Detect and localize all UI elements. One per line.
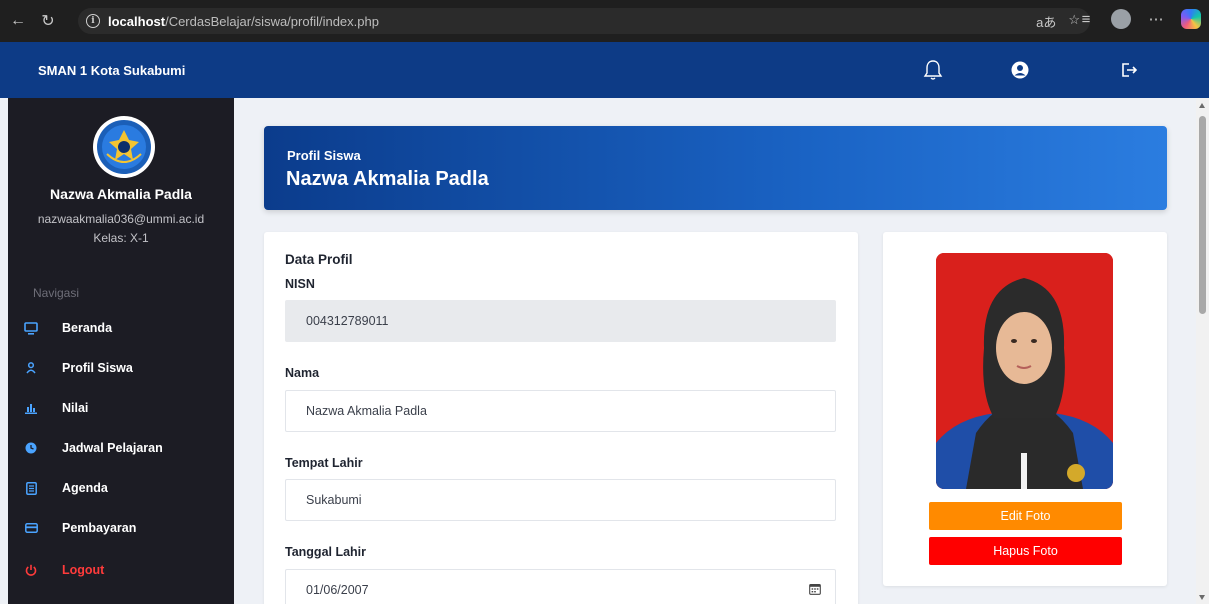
sidebar-item-label: Agenda	[62, 481, 108, 495]
main-content: Profil Siswa Nazwa Akmalia Padla Data Pr…	[234, 98, 1196, 604]
delete-photo-button[interactable]: Hapus Foto	[929, 537, 1122, 565]
sidebar-item-nilai[interactable]: Nilai	[22, 394, 222, 422]
nama-label: Nama	[285, 366, 320, 380]
sidebar-item-label: Beranda	[62, 321, 113, 335]
tempat-lahir-label: Tempat Lahir	[285, 456, 363, 470]
sidebar-item-profil-siswa[interactable]: Profil Siswa	[22, 354, 222, 382]
sidebar-item-agenda[interactable]: Agenda	[22, 474, 222, 502]
clock-icon	[22, 439, 40, 457]
sidebar-item-label: Profil Siswa	[62, 361, 133, 375]
refresh-icon[interactable]: ↻	[36, 9, 60, 33]
sidebar-item-label: Logout	[62, 563, 105, 577]
student-class: Kelas: X-1	[93, 231, 149, 245]
banner-subtitle: Profil Siswa	[287, 148, 361, 163]
sidebar-item-label: Nilai	[62, 401, 89, 415]
power-icon	[22, 561, 40, 579]
banner-title: Nazwa Akmalia Padla	[286, 168, 489, 190]
browser-chrome: ← ↻ i localhost/CerdasBelajar/siswa/prof…	[0, 0, 1209, 42]
card-icon	[22, 519, 40, 537]
browser-profile-avatar[interactable]	[1111, 9, 1131, 29]
section-title: Data Profil	[285, 252, 353, 267]
bell-icon[interactable]	[921, 58, 945, 82]
sign-out-icon[interactable]	[1118, 58, 1142, 82]
profile-banner: Profil Siswa Nazwa Akmalia Padla	[264, 126, 1167, 210]
profile-form-card: Data Profil NISN 004312789011 Nama Nazwa…	[264, 232, 858, 604]
nisn-field[interactable]: 004312789011	[285, 300, 836, 342]
user-icon	[22, 359, 40, 377]
back-icon[interactable]: ←	[6, 9, 30, 33]
tanggal-lahir-value: 01/06/2007	[306, 583, 369, 597]
sidebar-item-label: Pembayaran	[62, 521, 137, 535]
sidebar: Nazwa Akmalia Padla nazwaakmalia036@ummi…	[8, 98, 234, 604]
monitor-icon	[22, 319, 40, 337]
student-name: Nazwa Akmalia Padla	[50, 186, 192, 202]
nisn-label: NISN	[285, 277, 315, 291]
tanggal-lahir-label: Tanggal Lahir	[285, 545, 367, 559]
tempat-lahir-field[interactable]: Sukabumi	[285, 479, 836, 521]
scroll-down-arrow-icon[interactable]	[1199, 595, 1205, 600]
student-email: nazwaakmalia036@ummi.ac.id	[37, 212, 205, 226]
site-info-icon[interactable]: i	[86, 14, 100, 28]
sidebar-item-beranda[interactable]: Beranda	[22, 314, 222, 342]
scrollbar-thumb[interactable]	[1199, 116, 1206, 314]
sidebar-item-jadwal-pelajaran[interactable]: Jadwal Pelajaran	[22, 434, 222, 462]
app-topbar: SMAN 1 Kota Sukabumi	[0, 42, 1209, 98]
sidebar-item-pembayaran[interactable]: Pembayaran	[22, 514, 222, 542]
calendar-icon[interactable]	[809, 583, 823, 597]
nav-heading: Navigasi	[33, 286, 80, 300]
nama-field[interactable]: Nazwa Akmalia Padla	[285, 390, 836, 432]
address-bar[interactable]: i localhost/CerdasBelajar/siswa/profil/i…	[78, 8, 1090, 34]
copilot-icon[interactable]	[1181, 9, 1201, 29]
sidebar-item-logout[interactable]: Logout	[22, 556, 222, 584]
scroll-up-arrow-icon[interactable]	[1199, 103, 1205, 108]
chart-icon	[22, 399, 40, 417]
favorites-list-icon[interactable]: ≡	[1075, 8, 1097, 30]
page-scrollbar[interactable]	[1196, 98, 1209, 604]
photo-card: Edit Foto Hapus Foto	[883, 232, 1167, 586]
student-photo	[936, 253, 1113, 489]
read-aloud-icon[interactable]: aあ	[1036, 12, 1056, 31]
sidebar-item-label: Jadwal Pelajaran	[62, 441, 163, 455]
more-menu-icon[interactable]: ⋯	[1145, 8, 1167, 30]
edit-photo-button[interactable]: Edit Foto	[929, 502, 1122, 530]
url-text[interactable]: localhost/CerdasBelajar/siswa/profil/ind…	[108, 14, 379, 29]
school-brand[interactable]: SMAN 1 Kota Sukabumi	[38, 63, 185, 78]
school-logo	[93, 116, 155, 178]
user-circle-icon[interactable]	[1008, 58, 1032, 82]
tanggal-lahir-field[interactable]: 01/06/2007	[285, 569, 836, 604]
document-icon	[22, 479, 40, 497]
